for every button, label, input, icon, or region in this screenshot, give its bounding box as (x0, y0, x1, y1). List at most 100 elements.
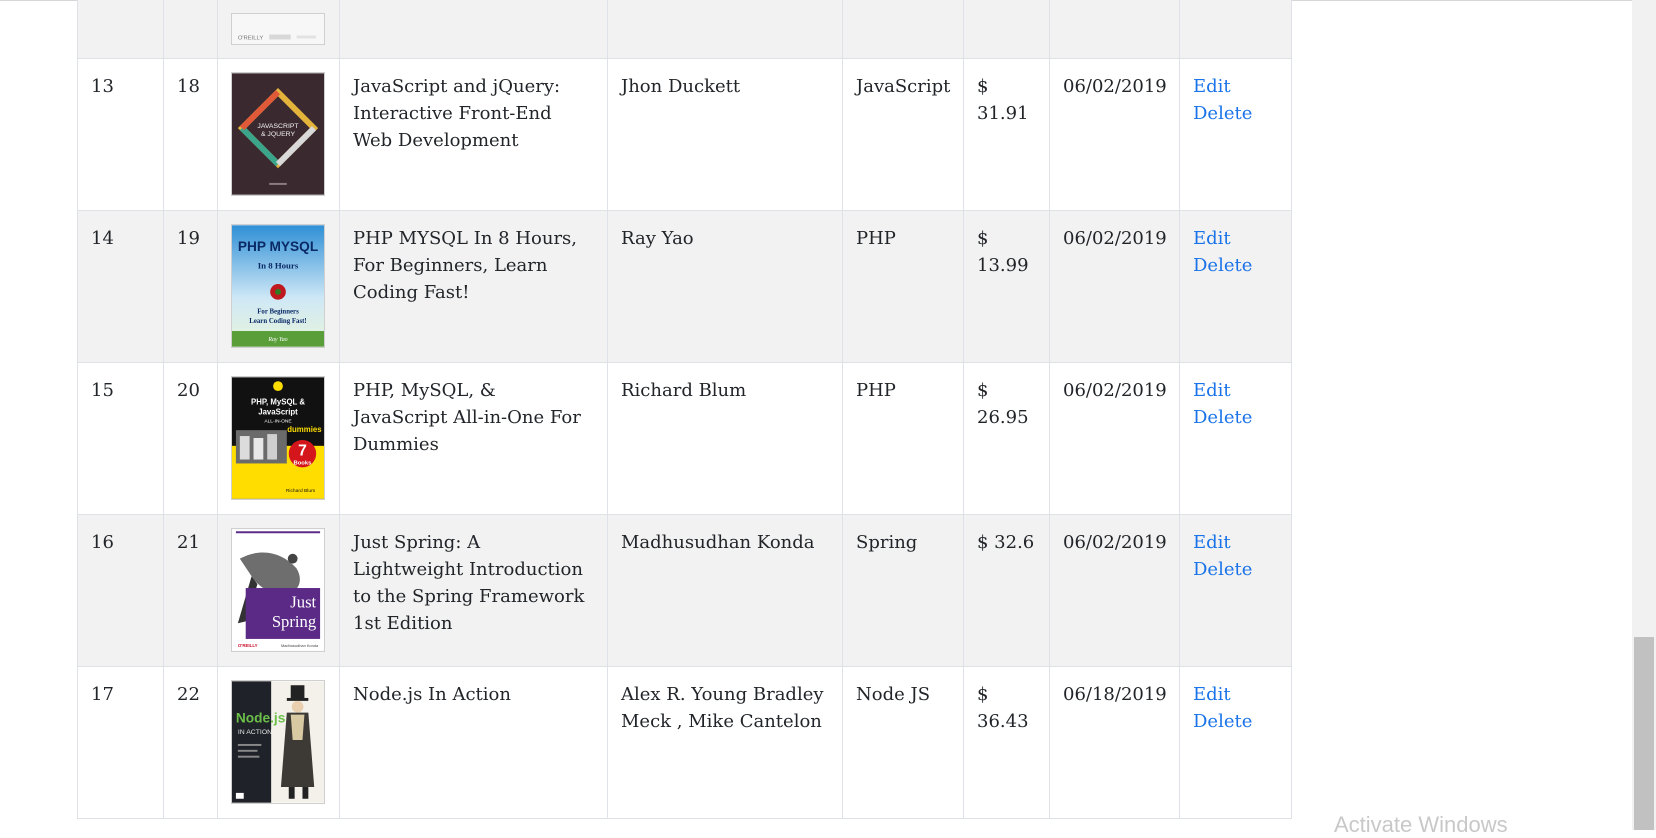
edit-link[interactable]: Edit (1193, 681, 1278, 708)
book-cover-image: Just Spring O'REILLY Madhusudhan Konda (231, 528, 325, 652)
book-author (607, 0, 843, 59)
book-title: JavaScript and jQuery: Interactive Front… (339, 58, 608, 211)
book-category (842, 0, 964, 59)
book-id: 22 (163, 666, 218, 819)
delete-link[interactable]: Delete (1193, 252, 1278, 279)
table-row: 15 20 PHP, MySQL & JavaScript ALL-IN-ONE (77, 362, 1292, 515)
svg-text:In 8 Hours: In 8 Hours (258, 260, 299, 270)
table-row: 14 19 PHP MYSQL In 8 Hours For Beginners… (77, 210, 1292, 363)
activate-windows-watermark: Activate Windows (1334, 812, 1508, 837)
svg-text:PHP, MySQL &: PHP, MySQL & (251, 398, 305, 407)
svg-text:Ray Yao: Ray Yao (267, 337, 287, 343)
edit-link[interactable]: Edit (1193, 225, 1278, 252)
book-author: Richard Blum (607, 362, 843, 515)
cover-cell: Just Spring O'REILLY Madhusudhan Konda (217, 514, 340, 667)
book-price: $ 26.95 (963, 362, 1050, 515)
svg-text:For Beginners: For Beginners (257, 308, 299, 315)
svg-text:Spring: Spring (272, 612, 316, 631)
book-date: 06/02/2019 (1049, 362, 1180, 515)
svg-text:Madhusudhan Konda: Madhusudhan Konda (281, 643, 319, 648)
svg-text:JAVASCRIPT: JAVASCRIPT (257, 123, 299, 130)
cover-cell: PHP, MySQL & JavaScript ALL-IN-ONE dummi… (217, 362, 340, 515)
svg-text:O'REILLY: O'REILLY (238, 643, 258, 648)
actions-cell: Edit Delete (1179, 210, 1292, 363)
svg-text:Richard Blum: Richard Blum (286, 488, 315, 494)
book-cover-image: JAVASCRIPT & JQUERY (231, 72, 325, 196)
delete-link[interactable]: Delete (1193, 404, 1278, 431)
books-table: O'REILLY 13 18 JAVASCRIPT & JQUERY JavaS… (77, 0, 1292, 819)
book-id: 20 (163, 362, 218, 515)
book-cover-image: PHP, MySQL & JavaScript ALL-IN-ONE dummi… (231, 376, 325, 500)
svg-text:Learn Coding Fast!: Learn Coding Fast! (249, 318, 306, 325)
table-row: 17 22 Node.js IN ACTION Node.js In Actio… (77, 666, 1292, 819)
delete-link[interactable]: Delete (1193, 100, 1278, 127)
book-cover-image: O'REILLY (231, 13, 325, 45)
book-date: 06/02/2019 (1049, 210, 1180, 363)
book-title: PHP, MySQL, & JavaScript All-in-One For … (339, 362, 608, 515)
svg-text:O'REILLY: O'REILLY (238, 35, 264, 41)
actions-cell: Edit Delete (1179, 666, 1292, 819)
delete-link[interactable]: Delete (1193, 556, 1278, 583)
book-category: JavaScript (842, 58, 964, 211)
cover-cell: JAVASCRIPT & JQUERY (217, 58, 340, 211)
book-category: PHP (842, 362, 964, 515)
svg-text:Books: Books (294, 460, 313, 466)
edit-link[interactable]: Edit (1193, 377, 1278, 404)
book-id: 21 (163, 514, 218, 667)
book-cover-image: PHP MYSQL In 8 Hours For Beginners Learn… (231, 224, 325, 348)
book-author: Jhon Duckett (607, 58, 843, 211)
row-number: 14 (77, 210, 164, 363)
svg-text:JavaScript: JavaScript (258, 408, 298, 417)
svg-text:ALL-IN-ONE: ALL-IN-ONE (264, 418, 292, 424)
book-cover-image: Node.js IN ACTION (231, 680, 325, 804)
delete-link[interactable]: Delete (1193, 708, 1278, 735)
book-author: Ray Yao (607, 210, 843, 363)
row-number: 13 (77, 58, 164, 211)
row-number: 16 (77, 514, 164, 667)
book-date (1049, 0, 1180, 59)
table-row: 16 21 Just Spring O'REILLY Madhusudhan K… (77, 514, 1292, 667)
book-id: 19 (163, 210, 218, 363)
table-row: 13 18 JAVASCRIPT & JQUERY JavaScript and… (77, 58, 1292, 211)
book-author: Alex R. Young Bradley Meck , Mike Cantel… (607, 666, 843, 819)
edit-link[interactable]: Edit (1193, 529, 1278, 556)
book-price: $ 32.6 (963, 514, 1050, 667)
svg-text:IN ACTION: IN ACTION (238, 729, 272, 736)
edit-link[interactable]: Edit (1193, 73, 1278, 100)
row-number (77, 0, 164, 59)
actions-cell (1179, 0, 1292, 59)
book-price: $ 13.99 (963, 210, 1050, 363)
cover-cell: Node.js IN ACTION (217, 666, 340, 819)
book-price (963, 0, 1050, 59)
actions-cell: Edit Delete (1179, 514, 1292, 667)
row-number: 15 (77, 362, 164, 515)
book-price: $ 36.43 (963, 666, 1050, 819)
book-date: 06/02/2019 (1049, 58, 1180, 211)
svg-text:dummies: dummies (287, 425, 322, 434)
book-price: $ 31.91 (963, 58, 1050, 211)
svg-text:& JQUERY: & JQUERY (261, 131, 296, 138)
row-number: 17 (77, 666, 164, 819)
svg-text:PHP MYSQL: PHP MYSQL (238, 239, 318, 254)
svg-text:7: 7 (298, 443, 307, 460)
table-row: O'REILLY (77, 0, 1292, 59)
cover-cell: PHP MYSQL In 8 Hours For Beginners Learn… (217, 210, 340, 363)
book-category: Spring (842, 514, 964, 667)
svg-text:Node.js: Node.js (236, 710, 286, 725)
book-id (163, 0, 218, 59)
book-date: 06/02/2019 (1049, 514, 1180, 667)
book-category: Node JS (842, 666, 964, 819)
book-id: 18 (163, 58, 218, 211)
book-title: PHP MYSQL In 8 Hours, For Beginners, Lea… (339, 210, 608, 363)
scrollbar-thumb[interactable] (1634, 637, 1654, 830)
actions-cell: Edit Delete (1179, 58, 1292, 211)
book-author: Madhusudhan Konda (607, 514, 843, 667)
cover-cell: O'REILLY (217, 0, 340, 59)
book-title (339, 0, 608, 59)
svg-text:Just: Just (290, 593, 316, 612)
book-title: Node.js In Action (339, 666, 608, 819)
actions-cell: Edit Delete (1179, 362, 1292, 515)
book-category: PHP (842, 210, 964, 363)
book-date: 06/18/2019 (1049, 666, 1180, 819)
book-title: Just Spring: A Lightweight Introduction … (339, 514, 608, 667)
